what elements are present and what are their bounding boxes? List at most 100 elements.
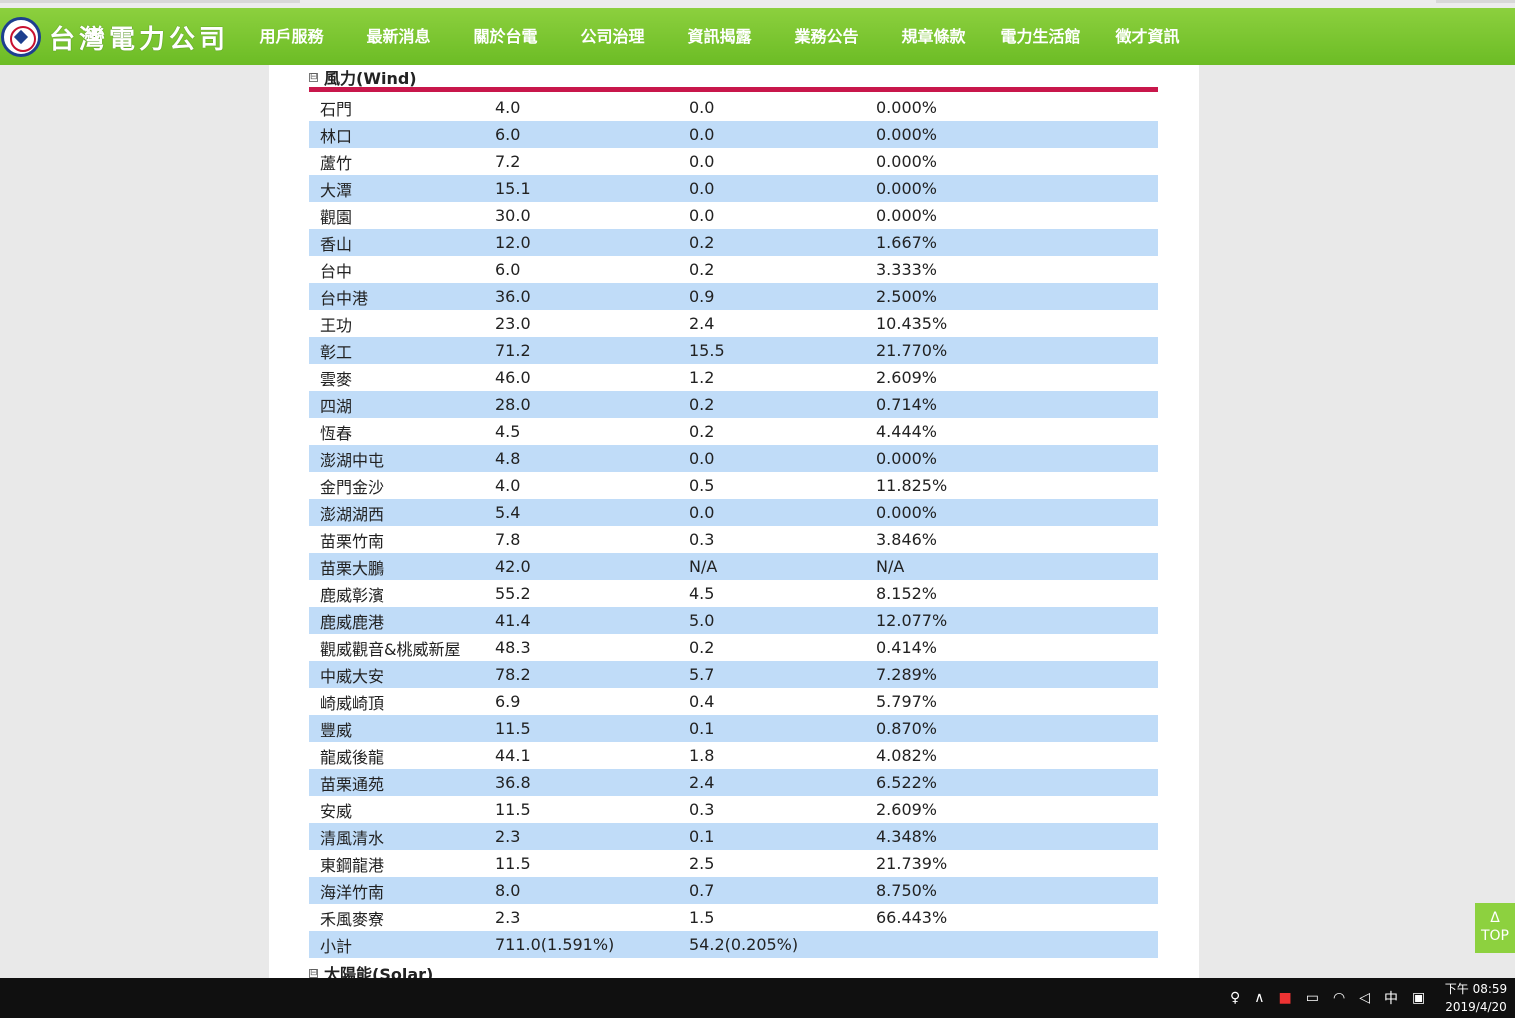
chevron-up-icon[interactable]: ∧ bbox=[1254, 990, 1264, 1006]
nav-item-governance[interactable]: 公司治理 bbox=[559, 8, 666, 65]
ratio-cell: 2.500% bbox=[876, 287, 938, 306]
ratio-cell: 0.000% bbox=[876, 152, 938, 171]
table-row: 大潭 15.1 0.0 0.000% bbox=[309, 175, 1158, 202]
table-row: 東鋼龍港 11.5 2.5 21.739% bbox=[309, 850, 1158, 877]
ratio-cell: 4.082% bbox=[876, 746, 938, 765]
table-row: 禾風麥寮 2.3 1.5 66.443% bbox=[309, 904, 1158, 931]
table-row: 小計 711.0(1.591%) 54.2(0.205%) bbox=[309, 931, 1158, 958]
output-cell: 2.5 bbox=[689, 854, 715, 873]
table-row: 海洋竹南 8.0 0.7 8.750% bbox=[309, 877, 1158, 904]
station-name-cell: 安威 bbox=[320, 801, 353, 821]
capacity-cell: 55.2 bbox=[495, 584, 531, 603]
table-row: 香山 12.0 0.2 1.667% bbox=[309, 229, 1158, 256]
taipower-emblem-icon bbox=[1, 17, 41, 57]
capacity-cell: 46.0 bbox=[495, 368, 531, 387]
table-row: 王功 23.0 2.4 10.435% bbox=[309, 310, 1158, 337]
station-name-cell: 雲麥 bbox=[320, 369, 353, 389]
station-name-cell: 清風清水 bbox=[320, 828, 385, 848]
site-logo[interactable]: 台灣電力公司 bbox=[0, 15, 229, 59]
wifi-icon[interactable]: ◠ bbox=[1333, 990, 1345, 1006]
capacity-cell: 6.0 bbox=[495, 125, 521, 144]
output-cell: 4.5 bbox=[689, 584, 715, 603]
table-row: 龍威後龍 44.1 1.8 4.082% bbox=[309, 742, 1158, 769]
output-cell: 0.0 bbox=[689, 125, 715, 144]
ratio-cell: 0.714% bbox=[876, 395, 938, 414]
section-divider bbox=[309, 87, 1158, 92]
capacity-cell: 36.8 bbox=[495, 773, 531, 792]
table-row: 觀威觀音&桃威新屋 48.3 0.2 0.414% bbox=[309, 634, 1158, 661]
output-cell: 5.7 bbox=[689, 665, 715, 684]
table-row: 石門 4.0 0.0 0.000% bbox=[309, 94, 1158, 121]
output-cell: 0.2 bbox=[689, 233, 715, 252]
capacity-cell: 11.5 bbox=[495, 800, 531, 819]
capacity-cell: 2.3 bbox=[495, 908, 521, 927]
station-name-cell: 鹿威鹿港 bbox=[320, 612, 385, 632]
collapse-icon[interactable]: ⊟ bbox=[309, 72, 318, 82]
taskbar-clock[interactable]: 下午 08:59 2019/4/20 bbox=[1440, 980, 1512, 1016]
nav-item-careers[interactable]: 徵才資訊 bbox=[1094, 8, 1201, 65]
battery-icon[interactable]: ▭ bbox=[1306, 990, 1319, 1006]
table-row: 鹿威彰濱 55.2 4.5 8.152% bbox=[309, 580, 1158, 607]
nav-item-latest-news[interactable]: 最新消息 bbox=[345, 8, 452, 65]
output-cell: 0.2 bbox=[689, 260, 715, 279]
ratio-cell: 5.797% bbox=[876, 692, 938, 711]
nav-item-power-life[interactable]: 電力生活館 bbox=[987, 8, 1094, 65]
security-shield-icon[interactable]: ■ bbox=[1279, 990, 1292, 1006]
ime-indicator[interactable]: 中 bbox=[1384, 988, 1398, 1008]
station-name-cell: 中威大安 bbox=[320, 666, 385, 686]
station-name-cell: 澎湖中屯 bbox=[320, 450, 385, 470]
table-row: 觀園 30.0 0.0 0.000% bbox=[309, 202, 1158, 229]
wind-data-table: 石門 4.0 0.0 0.000% 林口 6.0 0.0 0.000% 蘆竹 7.2 0.0 0.00… bbox=[309, 94, 1158, 958]
table-row: 林口 6.0 0.0 0.000% bbox=[309, 121, 1158, 148]
station-name-cell: 觀威觀音&桃威新屋 bbox=[320, 639, 461, 659]
back-to-top-button[interactable]: Δ TOP bbox=[1475, 903, 1515, 953]
clock-date: 2019/4/20 bbox=[1445, 1000, 1507, 1014]
output-cell: 0.0 bbox=[689, 206, 715, 225]
volume-icon[interactable]: ◁ bbox=[1359, 990, 1370, 1006]
capacity-cell: 78.2 bbox=[495, 665, 531, 684]
table-row: 金門金沙 4.0 0.5 11.825% bbox=[309, 472, 1158, 499]
ratio-cell: 0.000% bbox=[876, 125, 938, 144]
ratio-cell: 0.414% bbox=[876, 638, 938, 657]
output-cell: 1.2 bbox=[689, 368, 715, 387]
input-method-icon[interactable]: ▣ bbox=[1412, 990, 1425, 1006]
nav-item-user-services[interactable]: 用戶服務 bbox=[238, 8, 345, 65]
table-row: 四湖 28.0 0.2 0.714% bbox=[309, 391, 1158, 418]
capacity-cell: 4.0 bbox=[495, 98, 521, 117]
ratio-cell: 12.077% bbox=[876, 611, 948, 630]
output-cell: 2.4 bbox=[689, 773, 715, 792]
nav-item-regulations[interactable]: 規章條款 bbox=[880, 8, 987, 65]
scroll-indicator bbox=[0, 0, 300, 3]
station-name-cell: 觀園 bbox=[320, 207, 353, 227]
capacity-cell: 11.5 bbox=[495, 719, 531, 738]
table-row: 安威 11.5 0.3 2.609% bbox=[309, 796, 1158, 823]
solar-section-title: 太陽能(Solar) bbox=[324, 965, 434, 978]
output-cell: 0.0 bbox=[689, 152, 715, 171]
output-cell: 0.2 bbox=[689, 395, 715, 414]
people-icon[interactable]: ♀ bbox=[1230, 990, 1240, 1006]
nav-item-disclosure[interactable]: 資訊揭露 bbox=[666, 8, 773, 75]
output-cell: 2.4 bbox=[689, 314, 715, 333]
table-row: 恆春 4.5 0.2 4.444% bbox=[309, 418, 1158, 445]
solar-section-header[interactable]: ⊟ 太陽能(Solar) bbox=[309, 961, 433, 978]
output-cell: N/A bbox=[689, 557, 718, 576]
nav-item-announcements[interactable]: 業務公告 bbox=[773, 8, 880, 65]
nav-item-about[interactable]: 關於台電 bbox=[452, 8, 559, 65]
output-cell: 0.0 bbox=[689, 179, 715, 198]
table-row: 豐威 11.5 0.1 0.870% bbox=[309, 715, 1158, 742]
wind-section-header[interactable]: ⊟ 風力(Wind) bbox=[309, 65, 417, 89]
ratio-cell: 66.443% bbox=[876, 908, 948, 927]
capacity-cell: 11.5 bbox=[495, 854, 531, 873]
capacity-cell: 4.8 bbox=[495, 449, 521, 468]
table-row: 蘆竹 7.2 0.0 0.000% bbox=[309, 148, 1158, 175]
collapse-icon[interactable]: ⊟ bbox=[309, 968, 318, 978]
table-row: 清風清水 2.3 0.1 4.348% bbox=[309, 823, 1158, 850]
capacity-cell: 28.0 bbox=[495, 395, 531, 414]
clock-time: 下午 08:59 bbox=[1444, 982, 1508, 996]
table-row: 雲麥 46.0 1.2 2.609% bbox=[309, 364, 1158, 391]
station-name-cell: 小計 bbox=[320, 936, 353, 956]
ratio-cell: 4.444% bbox=[876, 422, 938, 441]
station-name-cell: 禾風麥寮 bbox=[320, 909, 385, 929]
output-cell: 0.1 bbox=[689, 827, 715, 846]
top-label: TOP bbox=[1480, 928, 1509, 944]
